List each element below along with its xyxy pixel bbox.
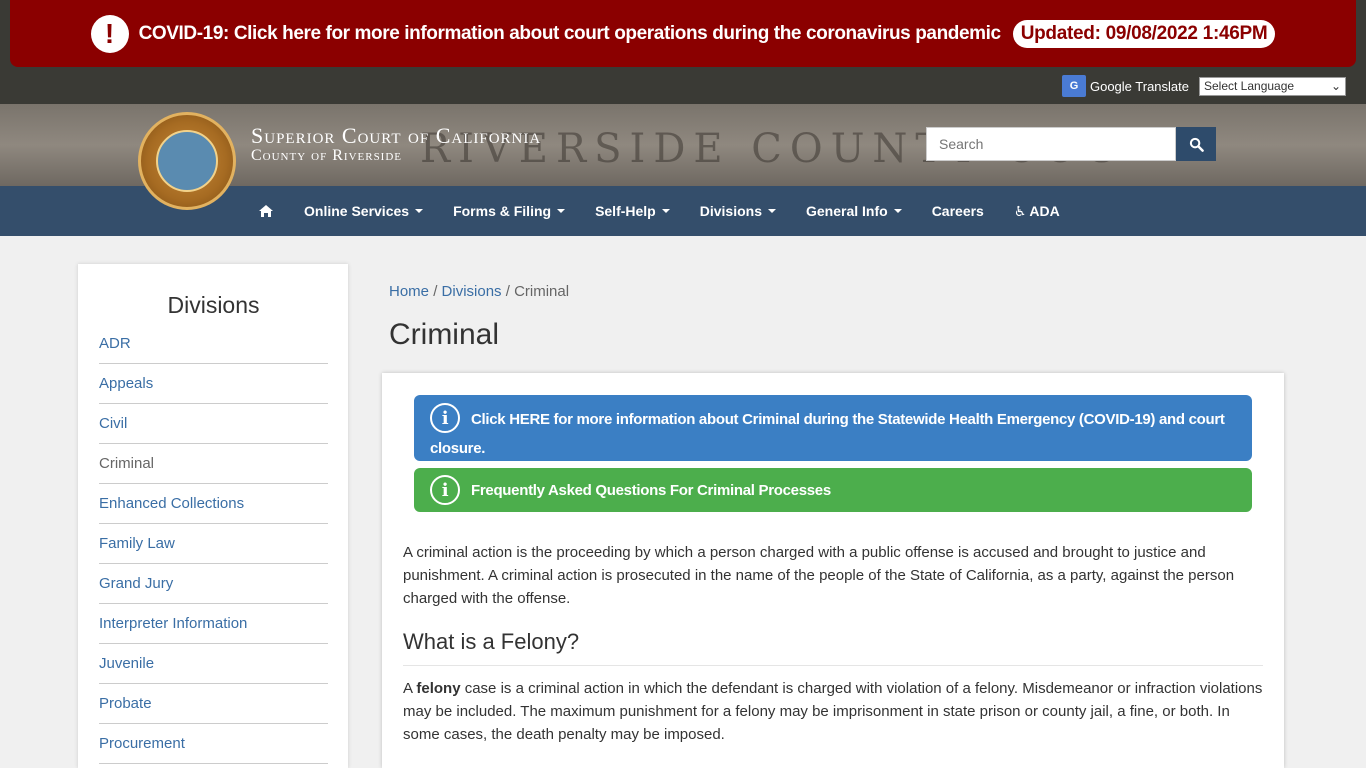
criminal-action-paragraph: A criminal action is the proceeding by w…	[403, 544, 1235, 607]
nav-self-help[interactable]: Self-Help	[595, 203, 670, 219]
caret-down-icon	[415, 209, 424, 213]
nav-label: Self-Help	[595, 203, 656, 219]
sidebar-item-civil[interactable]: Civil	[99, 404, 328, 444]
felony-bold: felony	[416, 680, 461, 697]
covid-alert-banner[interactable]: ! COVID-19: Click here for more informat…	[10, 0, 1356, 67]
sidebar-item-grand-jury[interactable]: Grand Jury	[99, 564, 328, 604]
breadcrumb: Home / Divisions / Criminal	[389, 283, 569, 300]
covid-alert-link[interactable]: COVID-19: Click here for more informatio…	[139, 23, 1002, 45]
breadcrumb-home[interactable]: Home	[389, 283, 429, 300]
chevron-down-icon: ⌄	[1330, 79, 1341, 93]
divisions-sidebar: Divisions ADR Appeals Civil Criminal Enh…	[78, 264, 348, 768]
sidebar-title: Divisions	[167, 292, 260, 318]
nav-label: Forms & Filing	[453, 203, 552, 219]
court-seal-logo[interactable]	[138, 112, 236, 210]
search-input[interactable]	[926, 127, 1176, 161]
breadcrumb-separator: /	[505, 283, 515, 300]
sidebar-item-criminal: Criminal	[99, 444, 328, 484]
page-title: Criminal	[389, 318, 500, 351]
sidebar-item-procurement[interactable]: Procurement	[99, 724, 328, 764]
info-icon: i	[430, 475, 460, 505]
google-translate-icon: G	[1061, 75, 1086, 97]
felony-text-pre: A	[403, 680, 417, 697]
felony-paragraph: A felony case is a criminal action in wh…	[403, 677, 1263, 746]
language-select[interactable]: Select Language ⌄	[1199, 76, 1346, 96]
wheelchair-icon: ♿	[1013, 202, 1027, 219]
caret-down-icon	[661, 209, 670, 213]
nav-label: ADA	[1029, 203, 1060, 219]
exclamation-icon: !	[90, 14, 129, 53]
court-title: Superior Court of California	[251, 123, 542, 148]
sidebar-item-interpreter-information[interactable]: Interpreter Information	[99, 604, 328, 644]
sidebar-item-probate[interactable]: Probate	[99, 684, 328, 724]
breadcrumb-current: Criminal	[514, 283, 570, 300]
nav-label: Divisions	[699, 203, 762, 219]
info-icon: i	[430, 403, 460, 433]
caret-down-icon	[768, 209, 776, 213]
nav-forms-filing[interactable]: Forms & Filing	[453, 203, 566, 219]
nav-home[interactable]	[258, 204, 274, 218]
language-select-value: Select Language	[1204, 79, 1295, 93]
google-translate-label: Google Translate	[1089, 78, 1189, 94]
caret-down-icon	[557, 209, 566, 213]
nav-label: General Info	[806, 203, 888, 219]
search-bar	[926, 127, 1216, 161]
sidebar-item-adr[interactable]: ADR	[99, 324, 328, 364]
felony-heading: What is a Felony?	[403, 629, 1263, 666]
home-icon	[259, 205, 273, 217]
search-icon	[1189, 137, 1204, 152]
nav-label: Online Services	[304, 203, 410, 219]
felony-text-post: case is a criminal action in which the d…	[403, 680, 1263, 743]
criminal-faq-link[interactable]: i Frequently Asked Questions For Crimina…	[414, 468, 1252, 512]
nav-divisions[interactable]: Divisions	[700, 203, 776, 219]
content-panel: i Click HERE for more information about …	[382, 373, 1284, 768]
updated-badge: Updated: 09/08/2022 1:46PM	[1012, 19, 1276, 48]
court-name[interactable]: Superior Court of California County of R…	[251, 124, 541, 164]
caret-down-icon	[893, 209, 902, 213]
nav-ada[interactable]: ♿ ADA	[1014, 203, 1060, 220]
covid-criminal-info-link[interactable]: i Click HERE for more information about …	[414, 395, 1252, 461]
sidebar-item-juvenile[interactable]: Juvenile	[99, 644, 328, 684]
criminal-faq-text: Frequently Asked Questions For Criminal …	[471, 481, 831, 499]
breadcrumb-separator: /	[433, 283, 442, 300]
breadcrumb-divisions[interactable]: Divisions	[442, 283, 502, 300]
nav-general-info[interactable]: General Info	[806, 203, 902, 219]
court-subtitle: County of Riverside	[251, 147, 403, 164]
sidebar-item-enhanced-collections[interactable]: Enhanced Collections	[99, 484, 328, 524]
nav-online-services[interactable]: Online Services	[304, 203, 424, 219]
search-button[interactable]	[1176, 127, 1216, 161]
sidebar-item-family-law[interactable]: Family Law	[99, 524, 328, 564]
covid-criminal-info-text: Click HERE for more information about Cr…	[430, 411, 1225, 457]
nav-label: Careers	[931, 203, 984, 219]
sidebar-item-appeals[interactable]: Appeals	[99, 364, 328, 404]
google-translate: G Google Translate Select Language ⌄	[1061, 75, 1346, 97]
nav-careers[interactable]: Careers	[932, 203, 984, 219]
seal-inner	[156, 130, 218, 192]
